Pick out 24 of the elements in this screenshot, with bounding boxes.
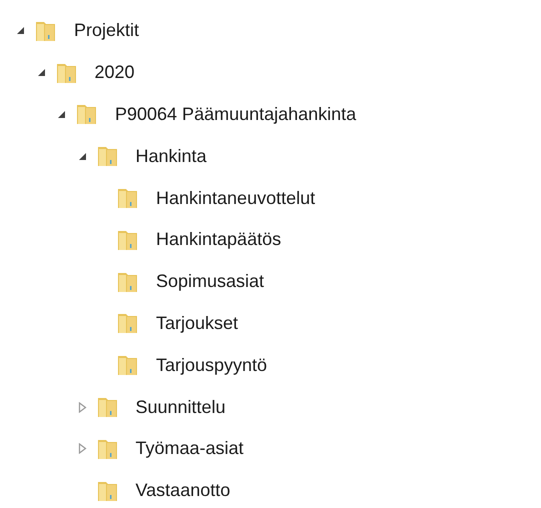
collapsed-arrow-icon[interactable] [78,443,86,454]
expanded-arrow-icon[interactable] [57,110,66,119]
folder-label[interactable]: Tarjoukset [156,310,238,337]
folder-label[interactable]: 2020 [94,59,135,86]
folder-label[interactable]: Suunnittelu [136,394,226,421]
expanded-arrow-icon[interactable] [36,68,46,78]
folder-label[interactable]: Hankintaneuvottelut [156,184,316,212]
folder-icon [116,311,140,336]
folder-label[interactable]: Hankintapäätös [156,226,282,254]
folder-label[interactable]: Vastaanotto [136,477,230,504]
folder-label[interactable]: Tarjouspyyntö [156,352,268,379]
folder-icon [75,102,99,126]
expanded-arrow-icon[interactable] [16,26,25,36]
folder-label[interactable]: Projektit [74,17,140,44]
folder-icon [96,144,120,168]
folder-icon [116,186,140,210]
folder-label[interactable]: Sopimusasiat [156,268,264,296]
folder-label[interactable]: Hankinta [136,142,207,170]
folder-label[interactable]: P90064 Päämuuntajahankinta [115,100,356,128]
folder-label[interactable]: Työmaa-asiat [136,435,244,462]
collapsed-arrow-icon[interactable] [78,402,86,413]
folder-icon [116,353,140,378]
expanded-arrow-icon[interactable] [78,152,86,161]
folder-icon [96,395,120,420]
